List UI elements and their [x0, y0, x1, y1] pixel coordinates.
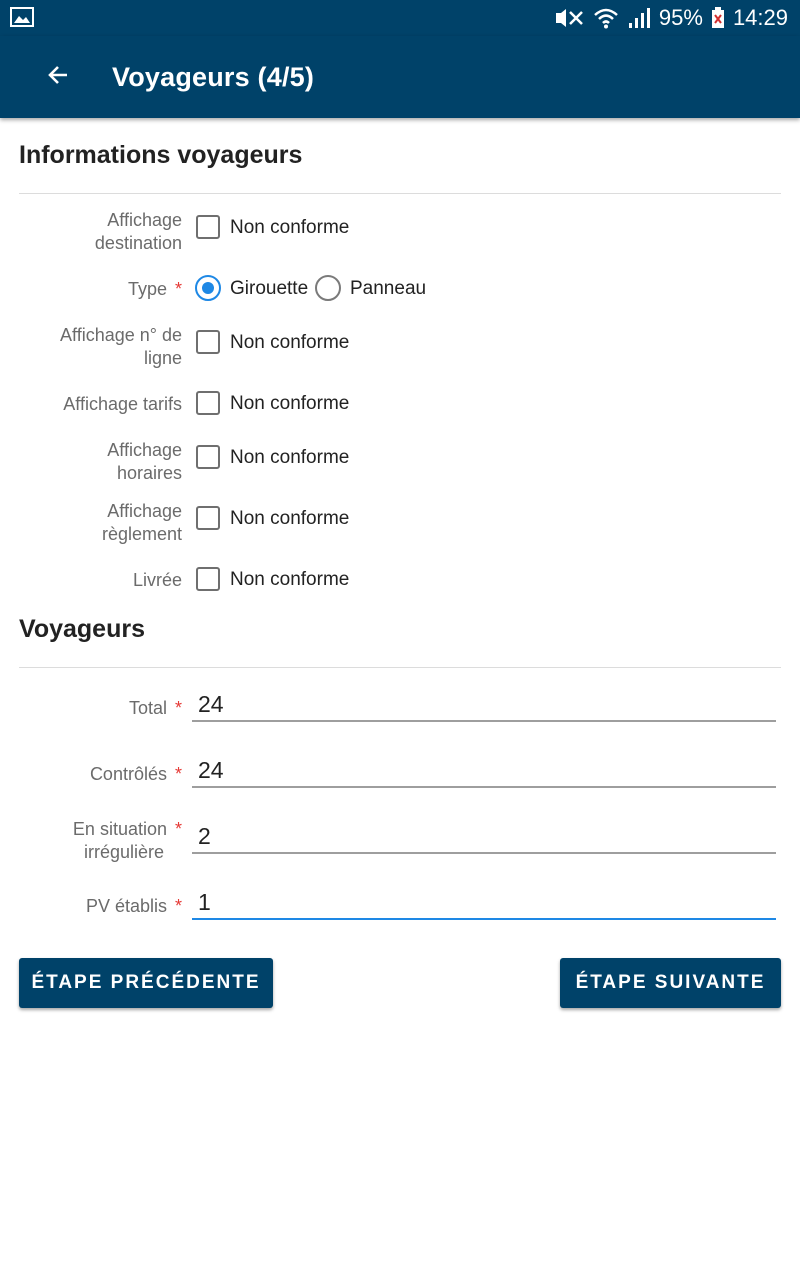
pv-etablis-value: 1: [198, 889, 211, 915]
gallery-icon: [10, 7, 34, 32]
label-controles: Contrôlés *: [89, 764, 182, 784]
radio-girouette[interactable]: [195, 275, 221, 301]
previous-step-button[interactable]: ÉTAPE PRÉCÉDENTE: [19, 958, 273, 1008]
checkbox-label: Non conforme: [230, 332, 350, 353]
section-title-info: Informations voyageurs: [19, 141, 303, 169]
divider: [19, 193, 781, 194]
label-total: Total *: [128, 698, 182, 718]
label-livree: Livrée: [132, 570, 182, 590]
label-type: Type *: [127, 279, 182, 299]
page-title: Voyageurs (4/5): [112, 62, 315, 92]
radio-panneau[interactable]: [315, 275, 341, 301]
checkbox-affichage-tarifs[interactable]: [196, 391, 220, 415]
label-affichage-horaires: Affichage horaires: [107, 440, 182, 483]
checkbox-affichage-destination[interactable]: [196, 215, 220, 239]
total-value: 24: [198, 691, 224, 717]
divider: [19, 667, 781, 668]
checkbox-label: Non conforme: [230, 508, 350, 529]
back-button[interactable]: [38, 57, 78, 97]
radio-label-panneau: Panneau: [350, 278, 427, 299]
required-mark: *: [174, 764, 182, 784]
app-bar: Voyageurs (4/5): [0, 36, 800, 118]
signal-icon: [627, 7, 651, 29]
battery-icon: [711, 7, 725, 29]
situation-irreguliere-input[interactable]: 2: [192, 814, 776, 854]
checkbox-affichage-ligne[interactable]: [196, 330, 220, 354]
mute-icon: [553, 7, 585, 29]
section-title-voyageurs: Voyageurs: [19, 615, 145, 643]
checkbox-affichage-horaires[interactable]: [196, 445, 220, 469]
required-mark: *: [174, 279, 182, 299]
checkbox-label: Non conforme: [230, 393, 350, 414]
controles-input[interactable]: 24: [192, 748, 776, 788]
arrow-left-icon: [46, 63, 70, 92]
battery-percent: 95%: [658, 5, 703, 30]
total-input[interactable]: 24: [192, 682, 776, 722]
required-mark: *: [174, 819, 182, 839]
pv-etablis-input[interactable]: 1: [192, 880, 776, 920]
wifi-icon: [593, 7, 619, 29]
label-pv-etablis: PV établis *: [85, 896, 182, 916]
checkbox-affichage-reglement[interactable]: [196, 506, 220, 530]
label-affichage-destination: Affichage destination: [94, 210, 182, 253]
status-bar: 95% 14:29: [0, 0, 800, 36]
checkbox-label: Non conforme: [230, 447, 350, 468]
checkbox-livree[interactable]: [196, 567, 220, 591]
required-mark: *: [174, 896, 182, 916]
controles-value: 24: [198, 757, 224, 783]
label-affichage-ligne: Affichage n° de ligne: [60, 325, 182, 368]
label-situation-irreguliere: En situation * irrégulière: [72, 819, 182, 862]
checkbox-label: Non conforme: [230, 217, 350, 238]
label-affichage-reglement: Affichage règlement: [101, 501, 182, 544]
clock: 14:29: [732, 5, 788, 30]
label-affichage-tarifs: Affichage tarifs: [63, 394, 182, 414]
situation-irreguliere-value: 2: [198, 823, 211, 849]
required-mark: *: [174, 698, 182, 718]
checkbox-label: Non conforme: [230, 569, 350, 590]
radio-label-girouette: Girouette: [230, 278, 309, 299]
next-step-button[interactable]: ÉTAPE SUIVANTE: [560, 958, 781, 1008]
